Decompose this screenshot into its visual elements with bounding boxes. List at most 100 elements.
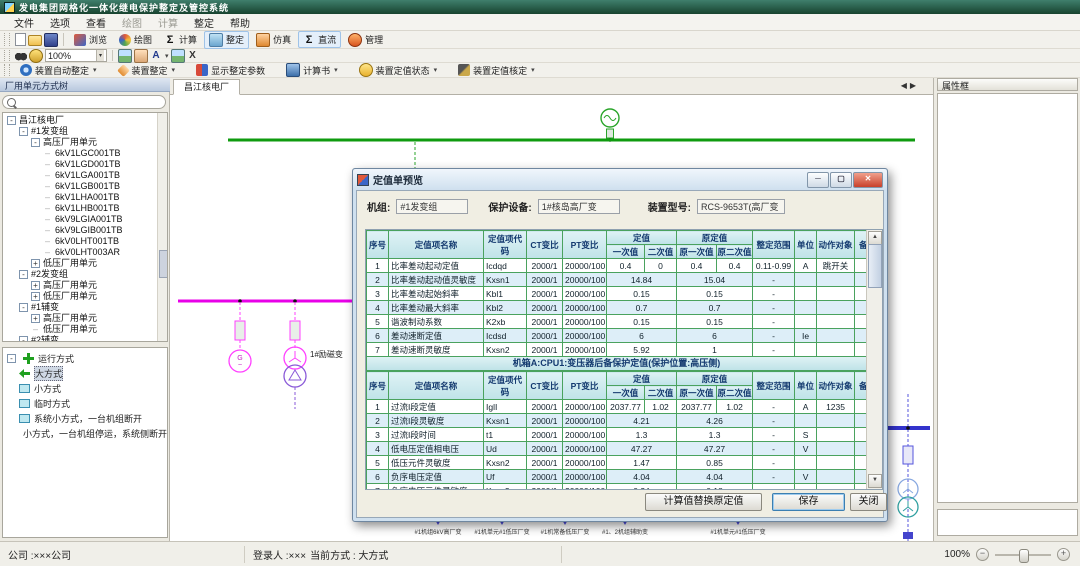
table-row[interactable]: 6负序电压定值Uf2000/120000/1004.044.04-V xyxy=(367,470,868,484)
table-row[interactable]: 2过流I段灵敏度Kxsn12000/120000/1004.214.26- xyxy=(367,414,868,428)
collapse-icon[interactable]: - xyxy=(31,138,40,147)
collapse-icon[interactable]: - xyxy=(19,127,28,136)
toolbar-button-绘图[interactable]: 绘图 xyxy=(114,31,157,48)
tree-scrollbar[interactable] xyxy=(157,113,167,341)
tree-node-6kV1LGA001TB[interactable]: –6kV1LGA001TB xyxy=(5,170,167,181)
chevron-down-icon[interactable]: ▾ xyxy=(172,66,176,74)
property-panel-body[interactable] xyxy=(937,93,1078,503)
expand-icon[interactable]: + xyxy=(31,259,40,268)
chevron-down-icon[interactable]: ▾ xyxy=(96,50,104,61)
toolbar-button-装置自动整定[interactable]: 装置自动整定▾ xyxy=(15,62,102,79)
table-row[interactable]: 3比率差动起始斜率Kbl12000/120000/1000.150.15- xyxy=(367,287,868,301)
table-row[interactable]: 3过流I段时间t12000/120000/1001.31.3-S xyxy=(367,428,868,442)
tree-node-低压厂用单元[interactable]: +低压厂用单元 xyxy=(5,258,167,269)
tree-node-#1发变组[interactable]: -#1发变组 xyxy=(5,126,167,137)
collapse-icon[interactable]: - xyxy=(19,303,28,312)
toolbar-button-直流[interactable]: Σ直流 xyxy=(298,31,341,48)
device-field[interactable]: 1#核岛高厂变 xyxy=(538,199,620,214)
tree-node-6kV1LHA001TB[interactable]: –6kV1LHA001TB xyxy=(5,192,167,203)
collapse-icon[interactable]: - xyxy=(19,336,28,342)
maximize-button[interactable]: ▢ xyxy=(830,172,852,188)
tab-nav-arrows[interactable]: ◀▶ xyxy=(901,81,919,90)
collapse-icon[interactable]: - xyxy=(19,270,28,279)
generator-symbol[interactable] xyxy=(601,109,619,142)
menu-item-帮助[interactable]: 帮助 xyxy=(222,14,258,31)
mode-tree-root[interactable]: -运行方式 xyxy=(3,351,167,366)
tree-node-6kV9LGIA001TB[interactable]: –6kV9LGIA001TB xyxy=(5,214,167,225)
tree-node-昌江核电厂[interactable]: -昌江核电厂 xyxy=(5,115,167,126)
toolbar-button-计算书[interactable]: 计算书▾ xyxy=(281,61,343,79)
table-row[interactable]: 5低压元件灵敏度Kxsn22000/120000/1001.470.85- xyxy=(367,456,868,470)
open-file-icon[interactable] xyxy=(28,35,42,46)
tree-node-6kV1LGC001TB[interactable]: –6kV1LGC001TB xyxy=(5,148,167,159)
scroll-down-icon[interactable]: ▼ xyxy=(868,474,882,488)
menu-item-查看[interactable]: 查看 xyxy=(78,14,114,31)
table-row[interactable]: 2比率差动起动值灵敏度Kxsn12000/120000/10014.8415.0… xyxy=(367,273,868,287)
toolbar-button-显示整定参数[interactable]: 显示整定参数 xyxy=(191,62,270,79)
toolbar-button-仿真[interactable]: 仿真 xyxy=(251,31,296,49)
table-row[interactable]: 1比率差动起动定值Icdqd2000/120000/1000.400.40.40… xyxy=(367,259,868,273)
toolbar-grip[interactable] xyxy=(4,64,10,75)
tree-node-#1辅变[interactable]: -#1辅变 xyxy=(5,302,167,313)
toolbar-button-计算[interactable]: Σ计算 xyxy=(159,31,202,48)
chevron-down-icon[interactable]: ▾ xyxy=(434,66,438,74)
tree-node-6kV1LGB001TB[interactable]: –6kV1LGB001TB xyxy=(5,181,167,192)
mode-item-小方式，一台机组停运，系统侧断开[interactable]: 小方式，一台机组停运，系统侧断开 xyxy=(3,426,167,441)
tree-node-6kV0LHT001TB[interactable]: –6kV0LHT001TB xyxy=(5,236,167,247)
mode-item-系统小方式，一台机组断开[interactable]: 系统小方式，一台机组断开 xyxy=(3,411,167,426)
tree-node-高压厂用单元[interactable]: -高压厂用单元 xyxy=(5,137,167,148)
expand-icon[interactable]: + xyxy=(31,314,40,323)
replace-with-calculated-button[interactable]: 计算值替换原定值 xyxy=(645,493,762,511)
font-icon[interactable]: A xyxy=(150,50,162,62)
tree-node-6kV1LHB001TB[interactable]: –6kV1LHB001TB xyxy=(5,203,167,214)
chevron-down-icon[interactable]: ▾ xyxy=(334,66,338,74)
lv-transformer-feeder[interactable] xyxy=(888,394,930,541)
toolbar-button-装置整定[interactable]: 装置整定▾ xyxy=(113,62,181,79)
tree-node-6kV9LGIB001TB[interactable]: –6kV9LGIB001TB xyxy=(5,225,167,236)
excitation-transformer[interactable] xyxy=(284,299,306,409)
chevron-down-icon[interactable]: ▾ xyxy=(531,66,535,74)
mode-item-大方式[interactable]: 大方式 xyxy=(3,366,167,381)
tree-node-高压厂用单元[interactable]: +高压厂用单元 xyxy=(5,280,167,291)
table-scrollbar[interactable]: ▲ ▼ xyxy=(866,230,882,489)
mode-item-小方式[interactable]: 小方式 xyxy=(3,381,167,396)
toolbar-button-装置定值状态[interactable]: 装置定值状态▾ xyxy=(354,61,443,79)
chevron-down-icon[interactable]: ▾ xyxy=(93,66,97,74)
tree-node-6kV1LGD001TB[interactable]: –6kV1LGD001TB xyxy=(5,159,167,170)
table-row[interactable]: 4比率差动最大斜率Kbl22000/120000/1000.70.7- xyxy=(367,301,868,315)
expand-icon[interactable]: + xyxy=(31,281,40,290)
collapse-icon[interactable]: - xyxy=(7,116,16,125)
mode-item-临时方式[interactable]: 临时方式 xyxy=(3,396,167,411)
save-file-icon[interactable] xyxy=(44,33,58,47)
toolbar-grip[interactable] xyxy=(4,33,10,47)
collapse-icon[interactable]: - xyxy=(7,354,16,363)
table-row[interactable]: 7负序电压元件灵敏度Kxsn32000/120000/1000.240.18- xyxy=(367,484,868,490)
table-row[interactable]: 7差动速断灵敏度Kxsn22000/120000/1005.921- xyxy=(367,343,868,357)
tree-node-#2辅变[interactable]: -#2辅变 xyxy=(5,335,167,342)
generator-feeder[interactable]: G ~ xyxy=(229,299,251,372)
delete-icon[interactable]: X xyxy=(187,50,199,62)
toolbar-button-浏览[interactable]: 浏览 xyxy=(69,31,112,48)
table-row[interactable]: 1过流I段定值IglI2000/120000/1002037.771.02203… xyxy=(367,400,868,414)
tree-node-#2发变组[interactable]: -#2发变组 xyxy=(5,269,167,280)
close-button[interactable]: 关闭 xyxy=(850,493,887,511)
toolbar-button-整定[interactable]: 整定 xyxy=(204,31,249,49)
scroll-up-icon[interactable]: ▲ xyxy=(868,231,882,245)
new-file-icon[interactable] xyxy=(15,33,26,46)
tree-node-低压厂用单元[interactable]: –低压厂用单元 xyxy=(5,324,167,335)
tree-node-低压厂用单元[interactable]: +低压厂用单元 xyxy=(5,291,167,302)
close-icon[interactable]: ✕ xyxy=(853,172,883,188)
chevron-down-icon[interactable]: ▾ xyxy=(165,52,169,60)
tree-node-6kV0LHT003AR[interactable]: –6kV0LHT003AR xyxy=(5,247,167,258)
menu-item-整定[interactable]: 整定 xyxy=(186,14,222,31)
table-row[interactable]: 5谐波制动系数K2xb2000/120000/1000.150.15- xyxy=(367,315,868,329)
tree-scrollbar-thumb[interactable] xyxy=(159,250,168,278)
toolbar-button-装置定值核定[interactable]: 装置定值核定▾ xyxy=(453,62,540,79)
table-row[interactable]: 6差动速断定值Icdsd2000/120000/10066-Ie xyxy=(367,329,868,343)
dialog-title-bar[interactable]: 定值单预览 ─ ▢ ✕ xyxy=(353,169,887,190)
find-icon[interactable] xyxy=(15,50,27,62)
unit-field[interactable]: #1发变组 xyxy=(396,199,468,214)
toolbar-button-管理[interactable]: 管理 xyxy=(343,31,388,49)
model-field[interactable]: RCS-9653T(高厂变 xyxy=(697,199,785,214)
tree-node-高压厂用单元[interactable]: +高压厂用单元 xyxy=(5,313,167,324)
